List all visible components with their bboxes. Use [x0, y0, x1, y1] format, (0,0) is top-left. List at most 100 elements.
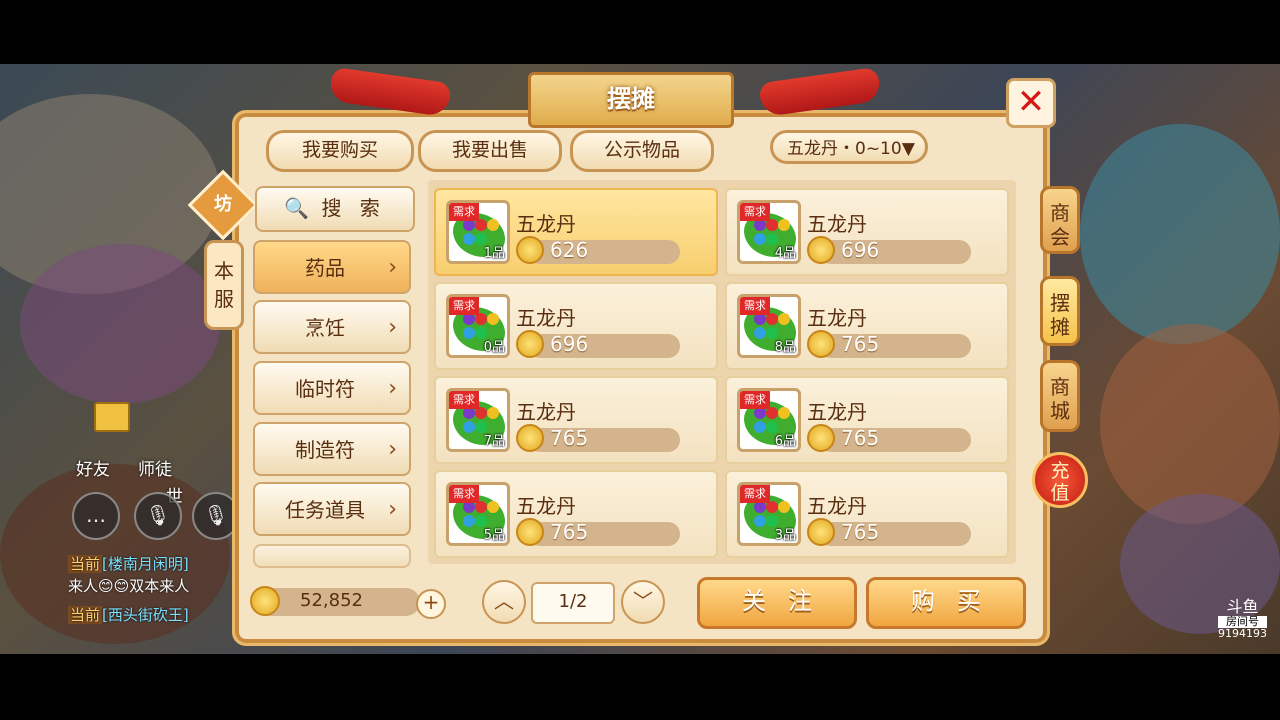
item-name: 五龙丹: [516, 494, 576, 518]
item-price: 765: [550, 520, 589, 544]
mail-icon[interactable]: [94, 402, 130, 432]
category-quest-items[interactable]: 任务道具 ›: [253, 482, 411, 536]
item-price: 765: [550, 426, 589, 450]
item-name: 五龙丹: [516, 306, 576, 330]
add-gold-button[interactable]: +: [416, 589, 446, 619]
microphone-icon[interactable]: 🎙: [134, 492, 182, 540]
window-title: 摆摊: [528, 72, 734, 128]
five-dragon-pill-icon: 需求 7品: [446, 388, 510, 452]
demand-tag: 需求: [449, 485, 479, 503]
item-card[interactable]: 需求 4品 五龙丹 696: [725, 188, 1009, 276]
gold-amount: 52,852: [300, 590, 363, 611]
filter-label: 五龙丹・0~10: [787, 139, 902, 159]
item-name: 五龙丹: [807, 400, 867, 424]
item-grade: 5品: [483, 528, 505, 543]
item-card[interactable]: 需求 0品 五龙丹 696: [434, 282, 718, 370]
buy-button[interactable]: 购买: [866, 577, 1026, 629]
item-price: 626: [550, 238, 589, 262]
item-card[interactable]: 需求 5品 五龙丹 765: [434, 470, 718, 558]
item-name: 五龙丹: [516, 400, 576, 424]
chevron-down-icon: ﹀: [633, 589, 653, 613]
tab-public-items[interactable]: 公示物品: [570, 130, 714, 172]
page-indicator: 1/2: [531, 582, 615, 624]
recharge-line1: 充: [1050, 460, 1070, 482]
item-name: 五龙丹: [807, 306, 867, 330]
watermark-room: 9194193: [1218, 627, 1267, 640]
tab-sell[interactable]: 我要出售: [418, 130, 562, 172]
item-grade: 1品: [483, 246, 505, 261]
item-grade: 0品: [483, 340, 505, 355]
chevron-right-icon: ›: [388, 376, 397, 401]
five-dragon-pill-icon: 需求 5品: [446, 482, 510, 546]
item-grade: 7品: [483, 434, 505, 449]
item-grade: 8品: [774, 340, 796, 355]
item-grade: 4品: [774, 246, 796, 261]
item-grade: 6品: [774, 434, 796, 449]
chevron-down-icon: ▼: [901, 139, 915, 159]
coin-icon: [807, 424, 835, 452]
side-nav-line1: 商: [1050, 201, 1070, 225]
item-card[interactable]: 需求 3品 五龙丹 765: [725, 470, 1009, 558]
chevron-right-icon: ›: [388, 497, 397, 522]
item-name: 五龙丹: [807, 494, 867, 518]
side-nav-guild[interactable]: 商 会: [1040, 186, 1080, 254]
side-nav-line2: 摊: [1050, 315, 1070, 339]
chevron-right-icon: ›: [388, 315, 397, 340]
item-name: 五龙丹: [516, 212, 576, 236]
category-label: 制造符: [295, 438, 355, 462]
search-icon: 🔍: [284, 196, 310, 220]
category-more-partial[interactable]: [253, 544, 411, 568]
category-label: 临时符: [295, 377, 355, 401]
side-nav-stall[interactable]: 摆 摊: [1040, 276, 1080, 346]
stall-badge-label: 坊: [214, 194, 232, 215]
demand-tag: 需求: [449, 391, 479, 409]
chat-line: 当前 [楼南月闲明]: [68, 555, 189, 573]
friends-label[interactable]: 好友: [76, 455, 110, 480]
item-card[interactable]: 需求 7品 五龙丹 765: [434, 376, 718, 464]
item-filter-dropdown[interactable]: 五龙丹・0~10 ▼: [770, 130, 928, 164]
side-nav-line2: 城: [1050, 399, 1070, 423]
server-tag[interactable]: 本 服: [204, 240, 244, 330]
title-banner: 摆摊: [520, 70, 740, 128]
side-nav-mall[interactable]: 商 城: [1040, 360, 1080, 432]
server-tag-line1: 本: [214, 259, 234, 283]
watermark-brand: 斗鱼: [1226, 597, 1259, 616]
item-card[interactable]: 需求 1品 五龙丹 626: [434, 188, 718, 276]
chevron-up-icon: ︿: [494, 589, 514, 613]
category-label: 药品: [305, 256, 345, 280]
chat-bubble-icon[interactable]: …: [72, 492, 120, 540]
chat-line: 当前 [西头街砍王]: [68, 606, 189, 624]
category-cooking[interactable]: 烹饪 ›: [253, 300, 411, 354]
five-dragon-pill-icon: 需求 8品: [737, 294, 801, 358]
category-temp-talisman[interactable]: 临时符 ›: [253, 361, 411, 415]
five-dragon-pill-icon: 需求 6品: [737, 388, 801, 452]
follow-button[interactable]: 关注: [697, 577, 857, 629]
stream-watermark: 斗鱼 房间号 9194193: [1218, 598, 1267, 640]
chevron-right-icon: ›: [388, 255, 397, 280]
coin-icon: [516, 330, 544, 358]
side-nav-line1: 摆: [1050, 291, 1070, 315]
side-nav-line1: 商: [1050, 375, 1070, 399]
close-button[interactable]: ✕: [1006, 78, 1056, 128]
five-dragon-pill-icon: 需求 1品: [446, 200, 510, 264]
item-card[interactable]: 需求 8品 五龙丹 765: [725, 282, 1009, 370]
coin-icon: [516, 518, 544, 546]
demand-tag: 需求: [740, 297, 770, 315]
demand-tag: 需求: [740, 485, 770, 503]
item-card[interactable]: 需求 6品 五龙丹 765: [725, 376, 1009, 464]
chat-line: 来人😊😊双本来人: [68, 577, 190, 595]
page-down-button[interactable]: ﹀: [621, 580, 665, 624]
server-tag-line2: 服: [214, 287, 234, 311]
item-price: 696: [841, 238, 880, 262]
close-icon: ✕: [1016, 82, 1046, 122]
search-button[interactable]: 🔍 搜 索: [255, 186, 415, 232]
item-price: 765: [841, 332, 880, 356]
mentor-label[interactable]: 师徒: [138, 455, 172, 480]
page-up-button[interactable]: ︿: [482, 580, 526, 624]
category-medicine[interactable]: 药品 ›: [253, 240, 411, 294]
five-dragon-pill-icon: 需求 4品: [737, 200, 801, 264]
item-price: 765: [841, 520, 880, 544]
tab-buy[interactable]: 我要购买: [266, 130, 414, 172]
recharge-button[interactable]: 充 值: [1032, 452, 1088, 508]
category-craft-talisman[interactable]: 制造符 ›: [253, 422, 411, 476]
